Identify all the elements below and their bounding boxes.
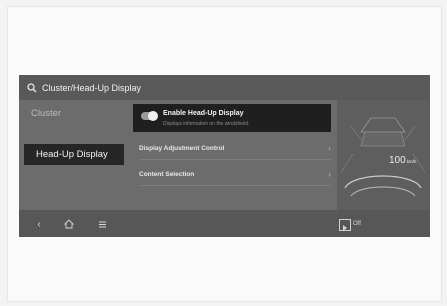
divider — [139, 159, 331, 160]
sidebar-item-head-up-display[interactable]: Head-Up Display — [24, 144, 124, 165]
content-selection-row[interactable]: Content Selection › — [139, 167, 331, 181]
display-adjustment-row[interactable]: Display Adjustment Control › — [139, 141, 331, 155]
sidebar-item-label: Cluster — [31, 107, 62, 119]
chevron-right-icon: › — [328, 169, 331, 179]
hud-speed-readout: 100km/h — [389, 155, 416, 166]
enable-hud-title: Enable Head-Up Display — [163, 110, 244, 117]
search-icon[interactable] — [25, 81, 39, 95]
content-selection-label: Content Selection — [139, 170, 195, 178]
sidebar-item-label: Head-Up Display — [36, 149, 108, 160]
speed-value: 100 — [389, 155, 406, 166]
bottom-bar: ‹ — [19, 210, 430, 237]
settings-list: Enable Head-Up Display Displays informat… — [133, 100, 333, 210]
enable-hud-description: Displays information on the windshield. — [163, 121, 250, 127]
sidebar: Cluster Head-Up Display — [19, 100, 127, 210]
hud-off-checkbox[interactable] — [339, 219, 351, 231]
menu-icon[interactable] — [92, 214, 112, 234]
divider — [139, 185, 331, 186]
home-icon[interactable] — [59, 214, 79, 234]
chevron-right-icon: › — [328, 143, 331, 153]
enable-hud-row[interactable]: Enable Head-Up Display Displays informat… — [133, 104, 331, 132]
display-adjustment-label: Display Adjustment Control — [139, 144, 225, 152]
speed-unit: km/h — [406, 159, 417, 164]
title-bar: Cluster/Head-Up Display — [19, 75, 430, 100]
hud-off-label: Off — [353, 221, 361, 227]
infotainment-screen: Cluster/Head-Up Display Cluster Head-Up … — [19, 75, 430, 237]
page-title: Cluster/Head-Up Display — [42, 82, 142, 93]
sidebar-item-cluster[interactable]: Cluster — [19, 103, 127, 123]
back-icon[interactable]: ‹ — [29, 214, 49, 234]
enable-hud-toggle[interactable] — [141, 111, 158, 121]
